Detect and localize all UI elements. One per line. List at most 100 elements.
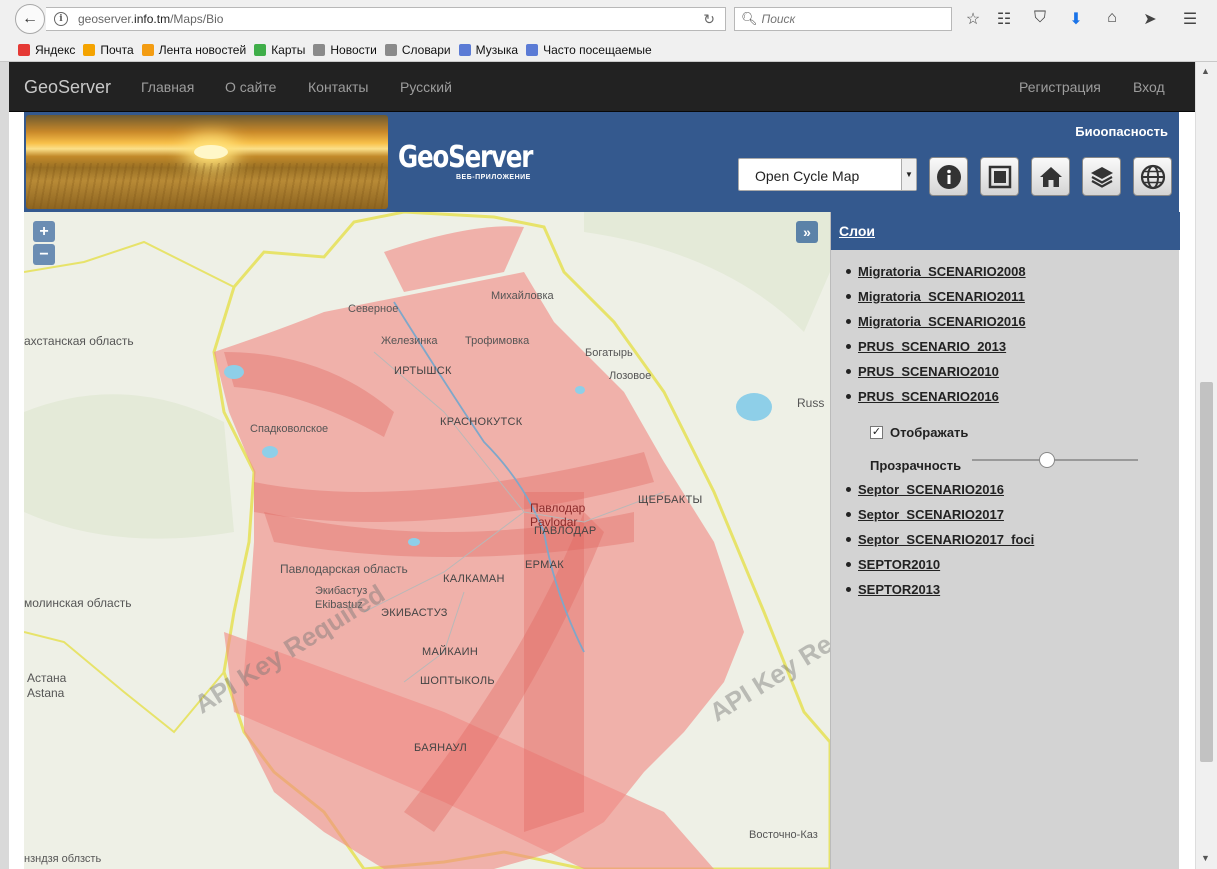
bookmark-item[interactable]: Музыка xyxy=(458,43,519,57)
navbar-brand[interactable]: GeoServer xyxy=(24,77,111,98)
bookmark-item[interactable]: Лента новостей xyxy=(141,43,247,57)
layer-item[interactable]: PRUS_SCENARIO2016 xyxy=(846,389,999,404)
login-link[interactable]: Вход xyxy=(1133,79,1165,95)
layer-link[interactable]: SEPTOR2013 xyxy=(858,582,940,597)
layer-item[interactable]: PRUS_SCENARIO_2013 xyxy=(846,339,1006,354)
map-place-label: Восточно-Каз xyxy=(749,829,818,841)
layers-panel-title[interactable]: Слои xyxy=(839,223,875,239)
zoom-in-button[interactable]: + xyxy=(33,221,55,242)
display-toggle[interactable]: ✓ Отображать xyxy=(870,425,968,440)
globe-button[interactable] xyxy=(1133,157,1172,196)
home-browser-icon[interactable]: ⌂ xyxy=(1102,9,1122,27)
bookmark-favicon-icon xyxy=(18,44,30,56)
bookmark-item[interactable]: Словари xyxy=(384,43,451,57)
layer-item[interactable]: SEPTOR2010 xyxy=(846,557,940,572)
browser-search-input[interactable] xyxy=(761,12,942,26)
layer-item[interactable]: Migratoria_SCENARIO2016 xyxy=(846,314,1026,329)
bookmarks-list-icon[interactable]: ☷ xyxy=(994,9,1014,29)
bookmark-item[interactable]: Яндекс xyxy=(18,43,75,57)
scrollbar-thumb[interactable] xyxy=(1200,382,1213,762)
scroll-up-icon[interactable]: ▲ xyxy=(1201,66,1210,76)
map-place-label: БАЯНАУЛ xyxy=(414,742,467,754)
layer-item[interactable]: Septor_SCENARIO2017 xyxy=(846,507,1004,522)
back-arrow-icon: ← xyxy=(22,10,38,27)
map-place-label: Астана xyxy=(27,671,67,685)
page-scrollbar[interactable]: ▲ ▼ xyxy=(1195,62,1217,869)
nav-link-about[interactable]: О сайте xyxy=(225,79,276,95)
layer-item[interactable]: Septor_SCENARIO2017_foci xyxy=(846,532,1034,547)
back-button[interactable]: ← xyxy=(15,4,45,34)
bullet-icon xyxy=(846,319,851,324)
layer-link[interactable]: Septor_SCENARIO2016 xyxy=(858,482,1004,497)
chevron-down-icon[interactable]: ▼ xyxy=(901,159,916,190)
info-icon xyxy=(936,164,961,189)
fullscreen-button[interactable] xyxy=(980,157,1019,196)
site-info-icon[interactable]: i xyxy=(54,12,68,26)
map-place-label: Павлодарская область xyxy=(280,562,408,576)
map-place-label: МАЙКАИН xyxy=(422,646,479,658)
home-icon xyxy=(1039,166,1062,187)
nav-link-contacts[interactable]: Контакты xyxy=(308,79,368,95)
map-place-label: Железинка xyxy=(381,335,438,347)
layers-panel: Слои Migratoria_SCENARIO2008 Migratoria_S… xyxy=(830,212,1180,869)
map-place-label: КРАСНОКУТСК xyxy=(440,416,523,428)
bookmark-favicon-icon xyxy=(458,44,471,56)
map-place-label: Павлодар xyxy=(530,501,586,515)
scroll-down-icon[interactable]: ▼ xyxy=(1201,853,1210,863)
info-button[interactable] xyxy=(929,157,968,196)
map-place-label: ИРТЫШСК xyxy=(394,365,452,377)
geoserver-logo: GeoServer ВЕБ-ПРИЛОЖЕНИЕ xyxy=(398,140,562,181)
browser-search-bar[interactable]: 🔍︎ xyxy=(734,7,952,31)
bookmark-favicon-icon xyxy=(384,44,397,56)
bookmark-item[interactable]: Почта xyxy=(83,43,134,57)
opacity-slider-track[interactable] xyxy=(972,459,1138,461)
layer-link[interactable]: PRUS_SCENARIO2016 xyxy=(858,389,999,404)
pocket-icon[interactable]: ⛉ xyxy=(1030,9,1050,27)
bookmark-item[interactable]: Карты xyxy=(254,43,305,57)
map-canvas[interactable]: + − » Михайловка Северное Железинка Троф… xyxy=(24,212,830,869)
bookmark-label: Лента новостей xyxy=(158,43,247,57)
map-place-label: Лозовое xyxy=(609,370,652,382)
menu-icon[interactable]: ☰ xyxy=(1180,9,1200,29)
zoom-out-button[interactable]: − xyxy=(33,244,55,265)
home-button[interactable] xyxy=(1031,157,1070,196)
display-checkbox[interactable]: ✓ xyxy=(870,426,883,439)
wheat-field-decoration xyxy=(26,163,388,209)
bookmark-item[interactable]: Новости xyxy=(313,43,377,57)
layer-link[interactable]: PRUS_SCENARIO_2013 xyxy=(858,339,1006,354)
bullet-icon xyxy=(846,537,851,542)
layer-link[interactable]: Migratoria_SCENARIO2016 xyxy=(858,314,1026,329)
layer-link[interactable]: PRUS_SCENARIO2010 xyxy=(858,364,999,379)
layer-link[interactable]: Migratoria_SCENARIO2011 xyxy=(858,289,1025,304)
nav-link-language[interactable]: Русский xyxy=(400,79,452,95)
send-icon[interactable]: ➤ xyxy=(1140,9,1160,29)
layer-item[interactable]: Septor_SCENARIO2016 xyxy=(846,482,1004,497)
bullet-icon xyxy=(846,562,851,567)
layer-item[interactable]: Migratoria_SCENARIO2011 xyxy=(846,289,1025,304)
opacity-slider-handle[interactable] xyxy=(1038,452,1055,468)
register-link[interactable]: Регистрация xyxy=(1019,79,1101,95)
download-icon[interactable]: ⬇ xyxy=(1066,9,1086,29)
nav-link-home[interactable]: Главная xyxy=(141,79,194,95)
bookmark-label: Музыка xyxy=(475,43,519,57)
layer-item[interactable]: SEPTOR2013 xyxy=(846,582,940,597)
expand-panel-button[interactable]: » xyxy=(796,221,818,243)
layers-button[interactable] xyxy=(1082,157,1121,196)
layers-panel-header: Слои xyxy=(831,212,1180,250)
address-bar[interactable]: i geoserver.info.tm/Maps/Bio ↻ xyxy=(46,7,726,31)
reload-icon[interactable]: ↻ xyxy=(703,11,715,28)
bookmark-favicon-icon xyxy=(526,44,539,56)
layer-link[interactable]: Migratoria_SCENARIO2008 xyxy=(858,264,1026,279)
layer-link[interactable]: Septor_SCENARIO2017_foci xyxy=(858,532,1034,547)
layer-link[interactable]: SEPTOR2010 xyxy=(858,557,940,572)
layer-link[interactable]: Septor_SCENARIO2017 xyxy=(858,507,1004,522)
bookmark-star-icon[interactable]: ☆ xyxy=(963,9,983,29)
search-icon: 🔍︎ xyxy=(741,11,758,26)
layer-item[interactable]: PRUS_SCENARIO2010 xyxy=(846,364,999,379)
basemap-select[interactable]: Open Cycle Map ▼ xyxy=(738,158,917,191)
bookmark-item[interactable]: Часто посещаемые xyxy=(526,43,652,57)
browser-toolbar: ← i geoserver.info.tm/Maps/Bio ↻ 🔍︎ ☆ ☷ … xyxy=(0,0,1217,62)
layers-icon xyxy=(1090,166,1113,188)
map-place-label: Трофимовка xyxy=(465,335,530,347)
layer-item[interactable]: Migratoria_SCENARIO2008 xyxy=(846,264,1026,279)
